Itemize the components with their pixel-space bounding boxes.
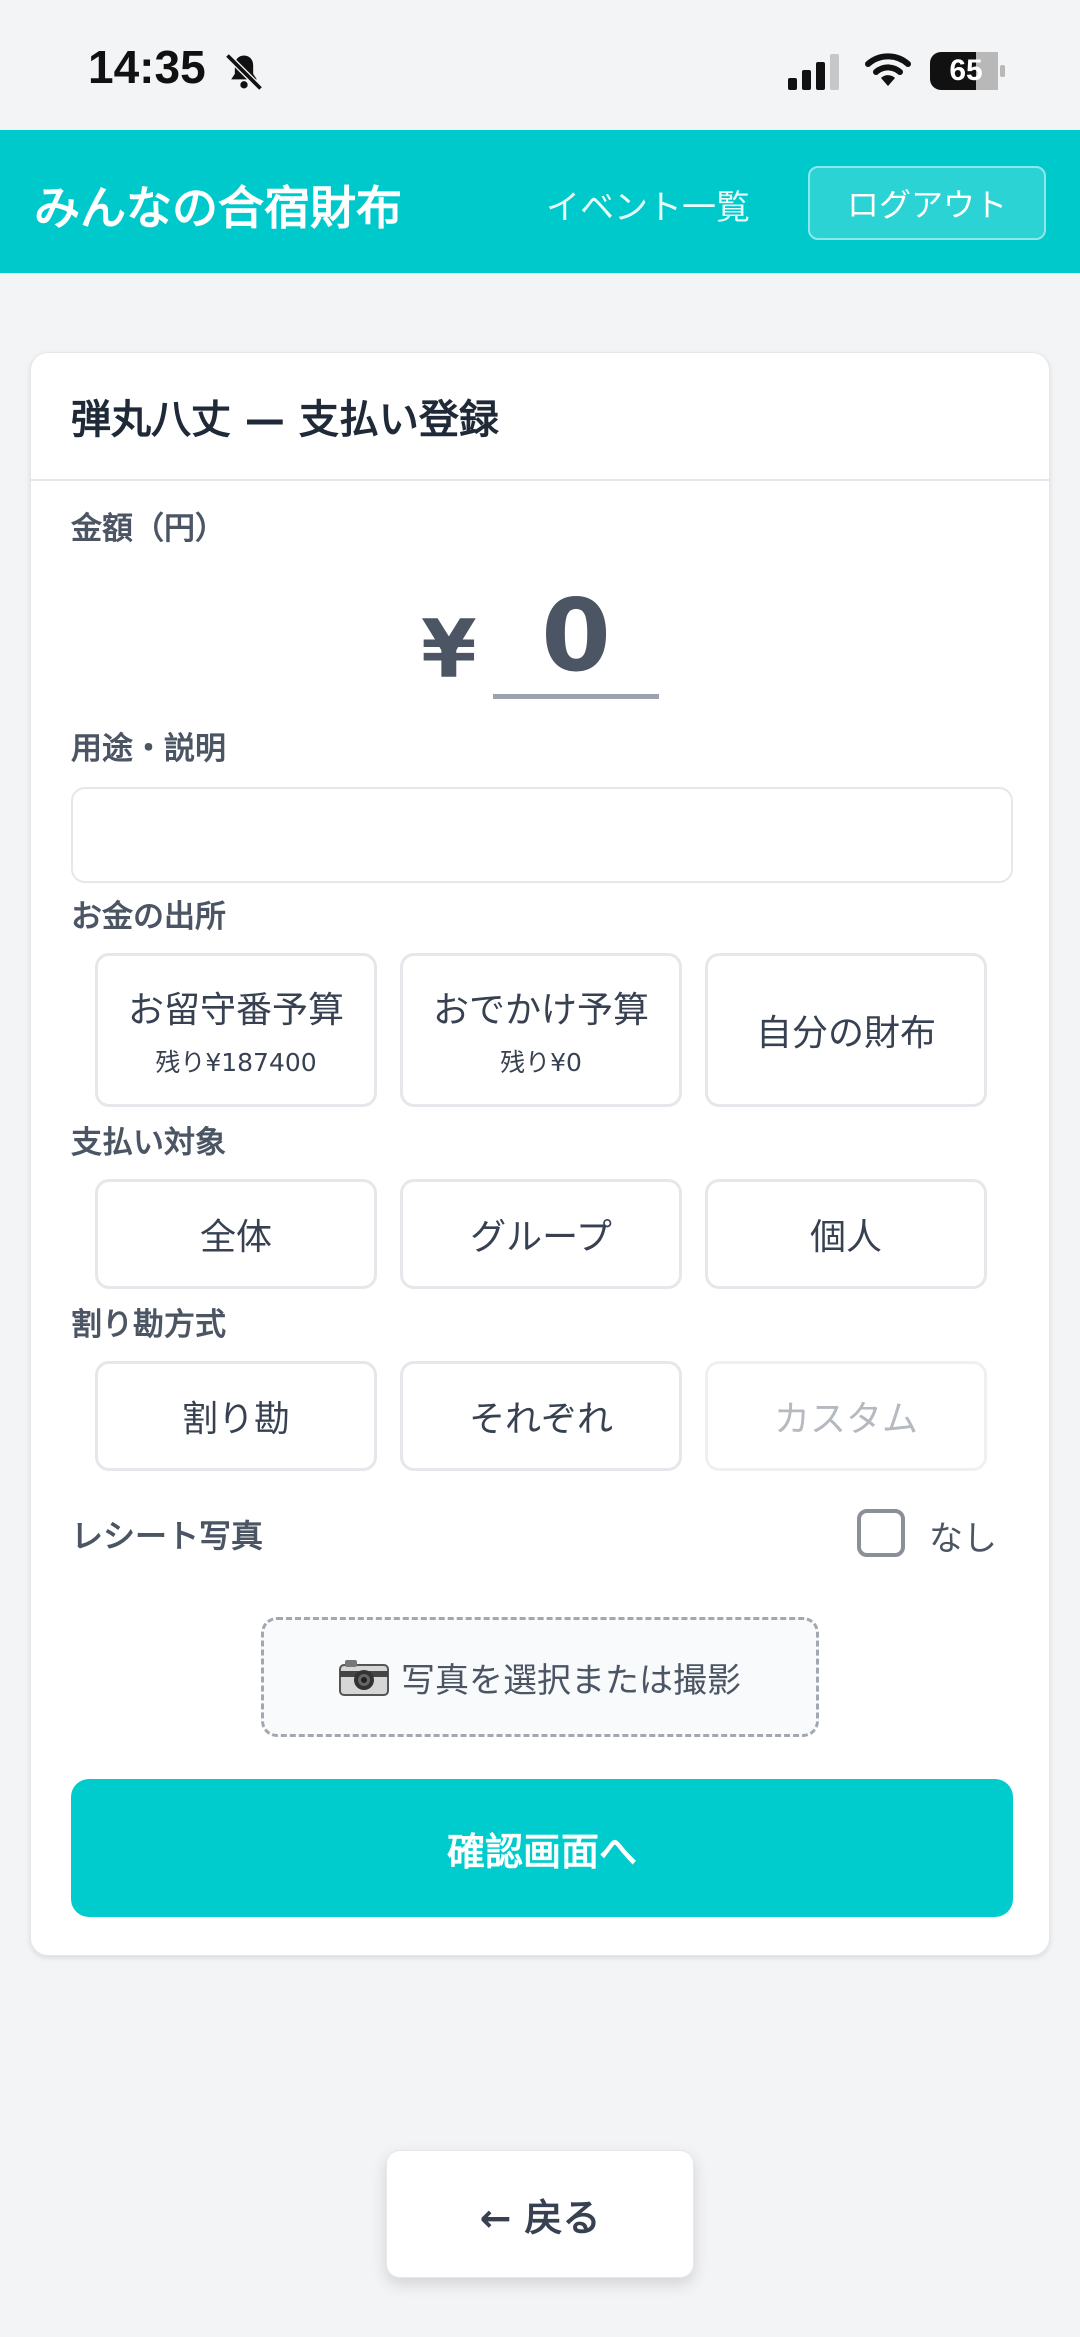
camera-icon (339, 1660, 389, 1696)
no-receipt-label[interactable]: なし (929, 1511, 997, 1560)
target-option-label: グループ (470, 1217, 612, 1258)
source-option-label: 自分の財布 (755, 1013, 936, 1054)
split-option-each[interactable]: それぞれ (400, 1361, 682, 1471)
split-option-equal[interactable]: 割り勘 (95, 1361, 377, 1471)
purpose-input[interactable] (71, 787, 1013, 883)
split-option-label: カスタム (773, 1399, 918, 1440)
amount-field: ¥ 0 (31, 573, 1051, 713)
page-title: 弾丸八丈 — 支払い登録 (71, 397, 499, 443)
source-option-remaining: 残り¥187400 (155, 1048, 317, 1077)
target-label: 支払い対象 (71, 1125, 226, 1161)
status-time: 14:35 (88, 41, 206, 93)
target-option-all[interactable]: 全体 (95, 1179, 377, 1289)
source-option-label: おでかけ予算 (432, 990, 649, 1031)
source-option-label: お留守番予算 (127, 990, 344, 1031)
split-label: 割り勘方式 (71, 1307, 226, 1343)
target-option-label: 個人 (809, 1217, 882, 1258)
photo-select-button[interactable]: 写真を選択または撮影 (261, 1617, 819, 1737)
back-button[interactable]: ← 戻る (386, 2150, 694, 2278)
app-title: みんなの合宿財布 (34, 181, 402, 235)
purpose-label: 用途・説明 (71, 731, 226, 767)
wifi-icon (865, 53, 911, 86)
source-label: お金の出所 (71, 899, 226, 935)
target-option-individual[interactable]: 個人 (705, 1179, 987, 1289)
photo-select-label: 写真を選択または撮影 (401, 1660, 741, 1701)
split-option-label: 割り勘 (181, 1399, 290, 1440)
split-option-custom: カスタム (705, 1361, 987, 1471)
source-option-own-wallet[interactable]: 自分の財布 (705, 953, 987, 1107)
source-option-stay-budget[interactable]: お留守番予算 残り¥187400 (95, 953, 377, 1107)
status-bar: 14:35 65 (0, 0, 1080, 130)
split-option-label: それぞれ (468, 1399, 613, 1440)
bell-muted-icon (225, 53, 263, 91)
source-option-outing-budget[interactable]: おでかけ予算 残り¥0 (400, 953, 682, 1107)
payment-form-card: 弾丸八丈 — 支払い登録 金額（円） ¥ 0 用途・説明 お金の出所 お留守番予… (30, 352, 1050, 1956)
target-option-label: 全体 (199, 1217, 272, 1258)
receipt-label: レシート写真 (71, 1517, 264, 1555)
no-receipt-checkbox[interactable] (857, 1509, 905, 1557)
logout-button[interactable]: ログアウト (808, 166, 1046, 240)
amount-label: 金額（円） (71, 511, 226, 547)
target-option-group[interactable]: グループ (400, 1179, 682, 1289)
signal-icon (788, 54, 839, 90)
nav-event-list-link[interactable]: イベント一覧 (546, 180, 750, 229)
source-option-remaining: 残り¥0 (500, 1048, 582, 1077)
amount-input[interactable]: 0 (493, 573, 659, 699)
currency-symbol: ¥ (421, 603, 477, 696)
app-header: みんなの合宿財布 イベント一覧 ログアウト (0, 130, 1080, 273)
card-header: 弾丸八丈 — 支払い登録 (31, 353, 1049, 481)
battery-level: 65 (949, 54, 983, 87)
confirm-button[interactable]: 確認画面へ (71, 1779, 1013, 1917)
